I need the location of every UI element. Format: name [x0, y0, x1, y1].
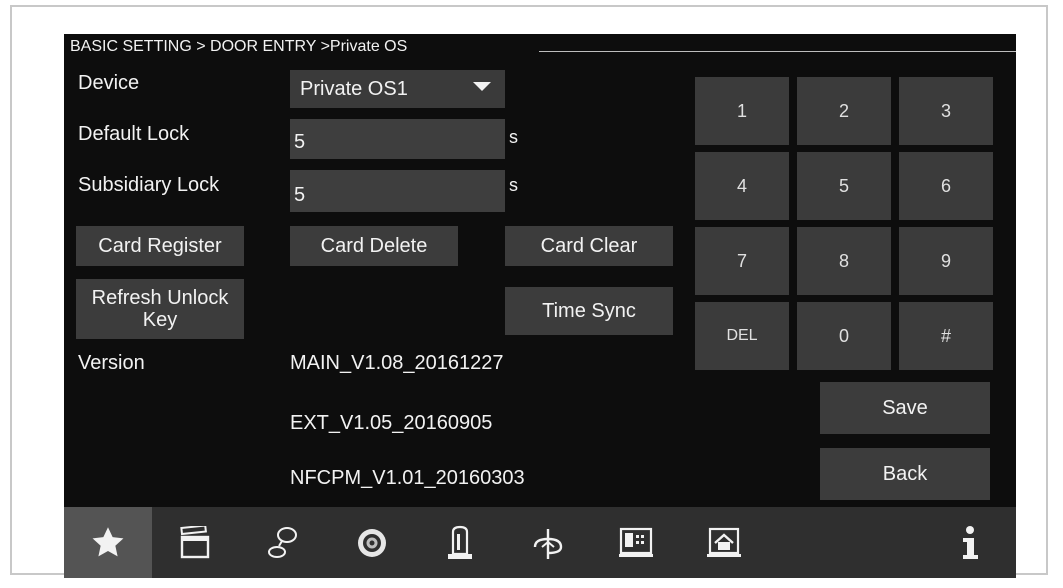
- subsidiary-lock-label: Subsidiary Lock: [78, 174, 220, 196]
- keypad-key-hash[interactable]: #: [899, 302, 993, 370]
- keypad-key-eight[interactable]: 8: [797, 227, 891, 295]
- default-lock-input[interactable]: 5: [290, 119, 505, 159]
- nav-settings[interactable]: [504, 507, 592, 578]
- nav-camera[interactable]: [328, 507, 416, 578]
- clapperboard-icon: [180, 525, 210, 558]
- intercom-icon: [268, 526, 297, 558]
- panel-screen: BASIC SETTING > DOOR ENTRY >Private OS D…: [64, 34, 1016, 578]
- settings-dial-icon: [533, 528, 563, 559]
- nav-building[interactable]: [592, 507, 680, 578]
- nav-media[interactable]: [152, 507, 240, 578]
- card-delete-button[interactable]: Card Delete: [290, 226, 458, 266]
- card-clear-button[interactable]: Card Clear: [505, 226, 673, 266]
- keypad-key-zero[interactable]: 0: [797, 302, 891, 370]
- keypad-key-one[interactable]: 1: [695, 77, 789, 145]
- keypad-key-six[interactable]: 6: [899, 152, 993, 220]
- breadcrumb-divider: [539, 51, 1016, 52]
- refresh-unlock-key-line2: Key: [142, 309, 178, 331]
- nav-alarm[interactable]: [416, 507, 504, 578]
- time-sync-button[interactable]: Time Sync: [505, 287, 673, 335]
- version-ext: EXT_V1.05_20160905: [290, 412, 493, 434]
- nav-favorites[interactable]: [64, 507, 152, 578]
- keypad-key-two[interactable]: 2: [797, 77, 891, 145]
- star-icon: [92, 526, 124, 556]
- alarm-light-icon: [448, 525, 472, 559]
- nav-intercom[interactable]: [240, 507, 328, 578]
- chevron-down-icon: [473, 82, 491, 91]
- version-nfcpm: NFCPM_V1.01_20160303: [290, 467, 525, 489]
- save-button[interactable]: Save: [820, 382, 990, 434]
- refresh-unlock-key-button[interactable]: Refresh Unlock Key: [76, 279, 244, 339]
- nav-home[interactable]: [680, 507, 768, 578]
- refresh-unlock-key-line1: Refresh Unlock: [91, 287, 229, 309]
- version-main: MAIN_V1.08_20161227: [290, 352, 504, 374]
- keypad-key-del[interactable]: DEL: [695, 302, 789, 370]
- back-button[interactable]: Back: [820, 448, 990, 500]
- device-label: Device: [78, 72, 140, 94]
- keypad-key-three[interactable]: 3: [899, 77, 993, 145]
- default-lock-unit: s: [509, 127, 518, 147]
- bottom-navbar: [64, 507, 1016, 578]
- breadcrumb: BASIC SETTING > DOOR ENTRY >Private OS: [70, 38, 408, 55]
- keypad-key-nine[interactable]: 9: [899, 227, 993, 295]
- device-select[interactable]: Private OS1: [290, 70, 505, 108]
- building-panel-icon: [619, 527, 653, 557]
- home-icon: [707, 527, 741, 557]
- card-register-button[interactable]: Card Register: [76, 226, 244, 266]
- info-icon: [963, 525, 978, 559]
- keypad-key-seven[interactable]: 7: [695, 227, 789, 295]
- camera-icon: [358, 528, 386, 557]
- version-label: Version: [78, 352, 145, 374]
- keypad-key-five[interactable]: 5: [797, 152, 891, 220]
- default-lock-label: Default Lock: [78, 123, 190, 145]
- device-select-value: Private OS1: [300, 77, 408, 100]
- subsidiary-lock-input[interactable]: 5: [290, 170, 505, 212]
- nav-info[interactable]: [926, 507, 1014, 578]
- keypad-key-four[interactable]: 4: [695, 152, 789, 220]
- subsidiary-lock-unit: s: [509, 175, 518, 195]
